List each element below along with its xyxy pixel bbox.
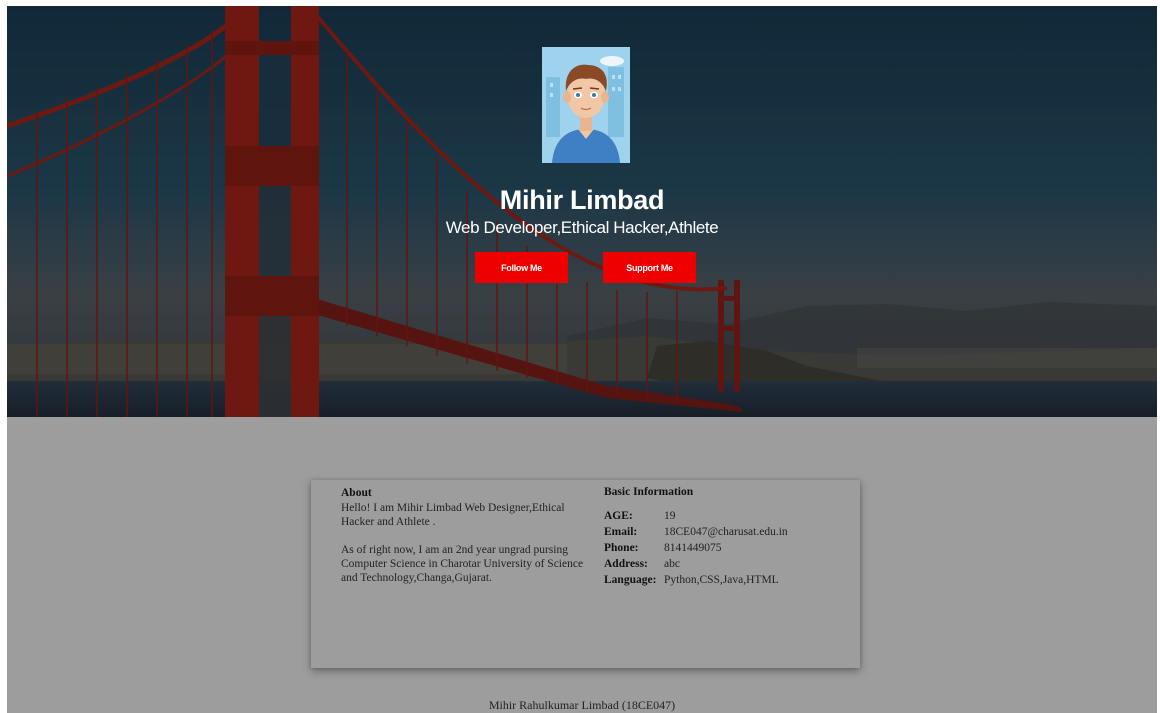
info-label: Email:: [604, 526, 638, 538]
info-value: 18CE047@charusat.edu.in: [664, 526, 788, 538]
hero-banner: Mihir Limbad Web Developer,Ethical Hacke…: [7, 6, 1157, 417]
info-row-language: Language: Python,CSS,Java,HTML: [604, 572, 788, 588]
info-row-email: Email: 18CE047@charusat.edu.in: [604, 524, 788, 540]
info-label: Phone:: [604, 542, 639, 554]
info-row-age: AGE: 19: [604, 508, 788, 524]
profile-avatar: [542, 47, 630, 163]
footer-credit: Mihir Rahulkumar Limbad (18CE047): [488, 698, 676, 712]
info-value: 19: [664, 510, 676, 522]
page: Mihir Limbad Web Developer,Ethical Hacke…: [7, 6, 1157, 713]
support-me-button[interactable]: Support Me: [603, 252, 696, 283]
info-value: abc: [664, 558, 680, 570]
basic-info-section: Basic Information AGE: 19 Email: 18CE047…: [604, 486, 844, 588]
info-label: Language:: [604, 574, 657, 586]
about-paragraph: Hello! I am Mihir Limbad Web Designer,Et…: [341, 502, 565, 528]
info-row-address: Address: abc: [604, 556, 788, 572]
profile-name: Mihir Limbad: [499, 185, 665, 215]
info-label: Address:: [604, 558, 648, 570]
basic-info-table: AGE: 19 Email: 18CE047@charusat.edu.in P…: [604, 508, 788, 588]
info-value: Python,CSS,Java,HTML: [664, 574, 779, 586]
info-value: 8141449075: [664, 542, 722, 554]
about-section: About Hello! I am Mihir Limbad Web Desig…: [341, 486, 591, 599]
basic-info-heading: Basic Information: [604, 486, 694, 498]
info-row-phone: Phone: 8141449075: [604, 540, 788, 556]
about-paragraph: As of right now, I am an 2nd year ungrad…: [341, 544, 584, 584]
about-heading: About: [341, 487, 372, 499]
follow-me-button[interactable]: Follow Me: [475, 252, 568, 283]
profile-tagline: Web Developer,Ethical Hacker,Athlete: [445, 218, 719, 237]
info-label: AGE:: [604, 510, 633, 522]
profile-card: About Hello! I am Mihir Limbad Web Desig…: [311, 480, 860, 668]
